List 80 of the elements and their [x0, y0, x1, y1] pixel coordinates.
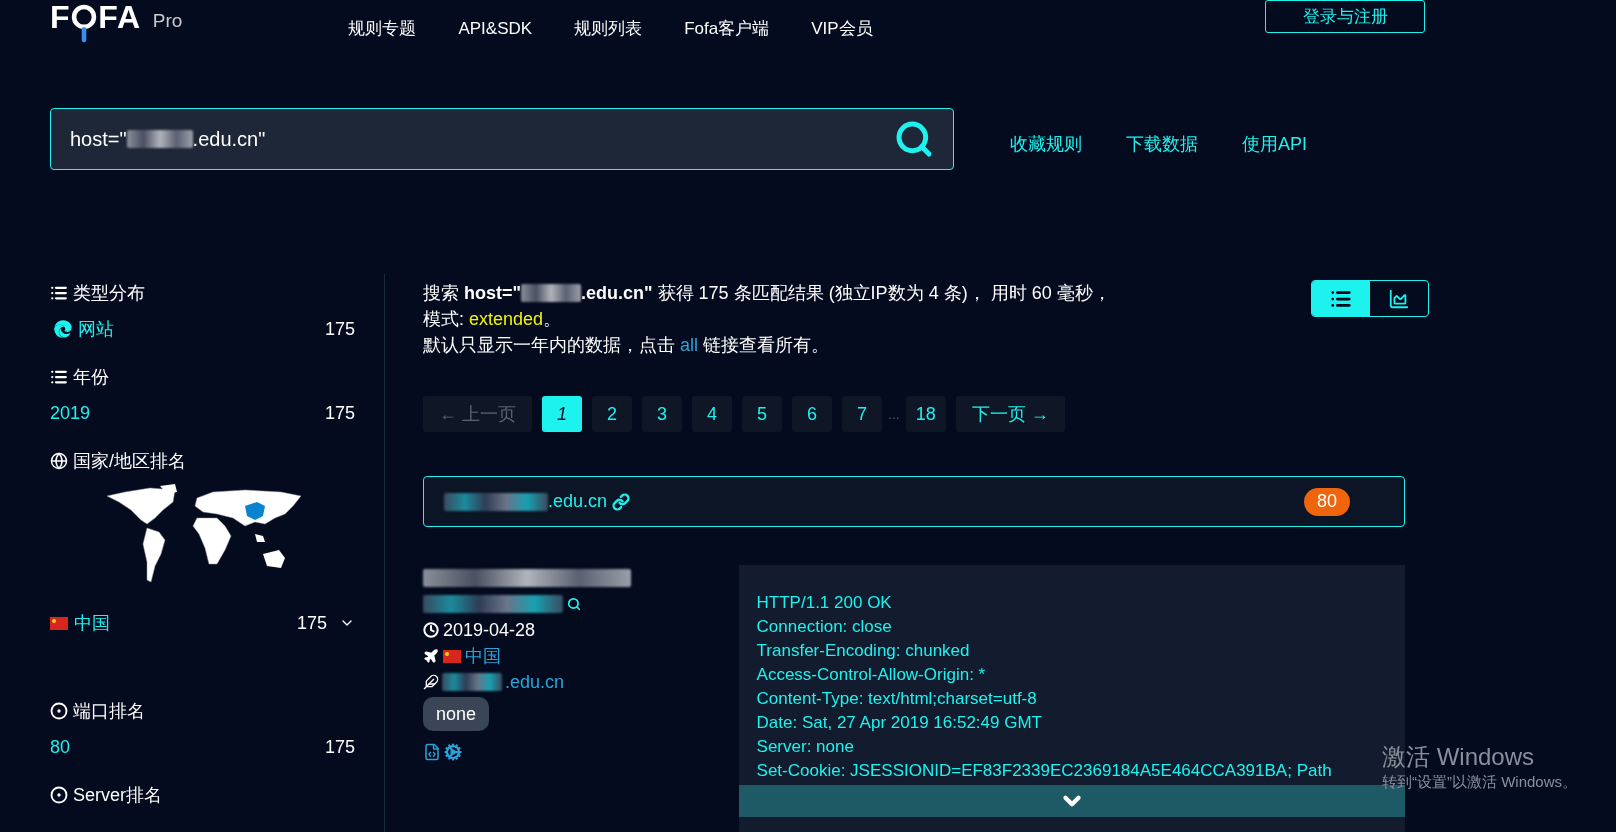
date-text: 2019-04-28: [443, 619, 536, 642]
edge-icon: [54, 320, 72, 338]
mode-text: 模式: extended。: [423, 308, 563, 331]
pagination-ellipsis: ...: [888, 404, 900, 424]
sidebar-item[interactable]: 网站: [78, 315, 114, 343]
host-link[interactable]: .edu.cn: [548, 488, 608, 515]
nav-link[interactable]: VIP会员: [811, 16, 873, 42]
page-button[interactable]: 6: [792, 396, 832, 432]
sidebar-section-title: 端口排名: [73, 699, 145, 723]
search-icon[interactable]: [894, 119, 934, 159]
sidebar-item[interactable]: 中国: [74, 609, 110, 637]
sidebar-item[interactable]: 2019: [50, 399, 91, 427]
query-start: host=": [464, 282, 522, 305]
list-icon: [50, 368, 68, 386]
search-field[interactable]: host=" .edu.cn": [50, 108, 954, 170]
sidebar-section-title: 类型分布: [73, 281, 145, 305]
response-header-line: HTTP/1.1 200 OK: [756, 592, 892, 614]
item-count: 175: [296, 611, 327, 635]
search-query-end: .edu.cn": [192, 127, 266, 152]
page-button[interactable]: 2: [592, 396, 632, 432]
response-header-line: Date: Sat, 27 Apr 2019 16:52:49 GMT: [756, 712, 1042, 734]
redacted-text: [521, 284, 582, 302]
port-badge: 80: [1303, 487, 1350, 516]
nav-link[interactable]: 规则专题: [348, 16, 417, 42]
item-count: 175: [324, 401, 355, 425]
response-header-line: Access-Control-Allow-Origin: *: [756, 664, 986, 686]
search-icon[interactable]: [567, 597, 581, 611]
sidebar-section-title: 国家/地区排名: [73, 449, 186, 473]
clock-icon: [423, 622, 439, 638]
page-button[interactable]: 18: [905, 396, 946, 432]
all-link[interactable]: all: [680, 335, 699, 355]
plane-icon: [423, 648, 439, 664]
domain-link[interactable]: .edu.cn: [505, 669, 565, 695]
list-view-button[interactable]: [1312, 281, 1370, 316]
search-label: 搜索: [423, 282, 459, 305]
area-chart-icon: [1387, 287, 1411, 310]
list-icon: [50, 284, 68, 302]
page-button[interactable]: 4: [692, 396, 732, 432]
response-header-line: Server: none: [756, 736, 854, 758]
response-header-line: Connection: close: [756, 616, 892, 638]
search-query-start: host=": [70, 127, 127, 152]
fofa-logo[interactable]: F FA Pro: [50, 2, 183, 46]
page-button[interactable]: 1: [542, 396, 582, 432]
search-action-link[interactable]: 收藏规则: [1010, 130, 1082, 158]
target-icon: [50, 702, 68, 720]
login-button[interactable]: 登录与注册: [1265, 0, 1425, 33]
response-header-line: Set-Cookie: JSESSIONID=EF83F2339EC2369184A5E464CCA391BA; Path: [756, 760, 1332, 782]
notice-text: 默认只显示一年内的数据，点击 all 链接查看所有。: [423, 334, 831, 357]
response-header-line: Transfer-Encoding: chunked: [756, 640, 970, 662]
item-count: 175: [324, 735, 355, 759]
sidebar-section-title: Server排名: [73, 783, 162, 807]
page-button[interactable]: 7: [842, 396, 882, 432]
page-button[interactable]: 3: [642, 396, 682, 432]
gears-icon[interactable]: [444, 743, 462, 761]
redacted-text: [442, 673, 502, 691]
china-flag-icon: [443, 649, 461, 663]
activation-subtitle: 转到“设置”以激活 Windows。: [1382, 772, 1577, 792]
target-icon: [50, 786, 68, 804]
item-count: 175: [324, 317, 355, 341]
nav-link[interactable]: 规则列表: [574, 16, 643, 42]
query-end: .edu.cn": [581, 282, 653, 305]
sidebar-item[interactable]: 80: [50, 733, 71, 761]
response-header-line: Content-Type: text/html;charset=utf-8: [756, 688, 1037, 710]
code-file-icon[interactable]: [423, 743, 441, 761]
china-flag-icon: [50, 616, 68, 630]
globe-icon: [50, 452, 68, 470]
redacted-text: [126, 130, 193, 148]
activation-title: 激活 Windows: [1382, 742, 1536, 772]
nav-link[interactable]: Fofa客户端: [684, 16, 770, 42]
nav-link[interactable]: API&SDK: [458, 16, 533, 42]
feather-icon: [423, 674, 439, 690]
link-icon[interactable]: [612, 492, 631, 511]
country-link[interactable]: 中国: [465, 643, 501, 669]
search-action-link[interactable]: 使用API: [1242, 130, 1307, 158]
sidebar-section-title: 年份: [73, 365, 109, 389]
page-button[interactable]: 5: [742, 396, 782, 432]
search-action-link[interactable]: 下载数据: [1126, 130, 1198, 158]
server-tag: none: [423, 697, 490, 731]
result-summary: 获得 175 条匹配结果 (独立IP数为 4 条)， 用时 60 毫秒，: [657, 282, 1111, 305]
next-page-button[interactable]: 下一页 →: [955, 396, 1065, 432]
